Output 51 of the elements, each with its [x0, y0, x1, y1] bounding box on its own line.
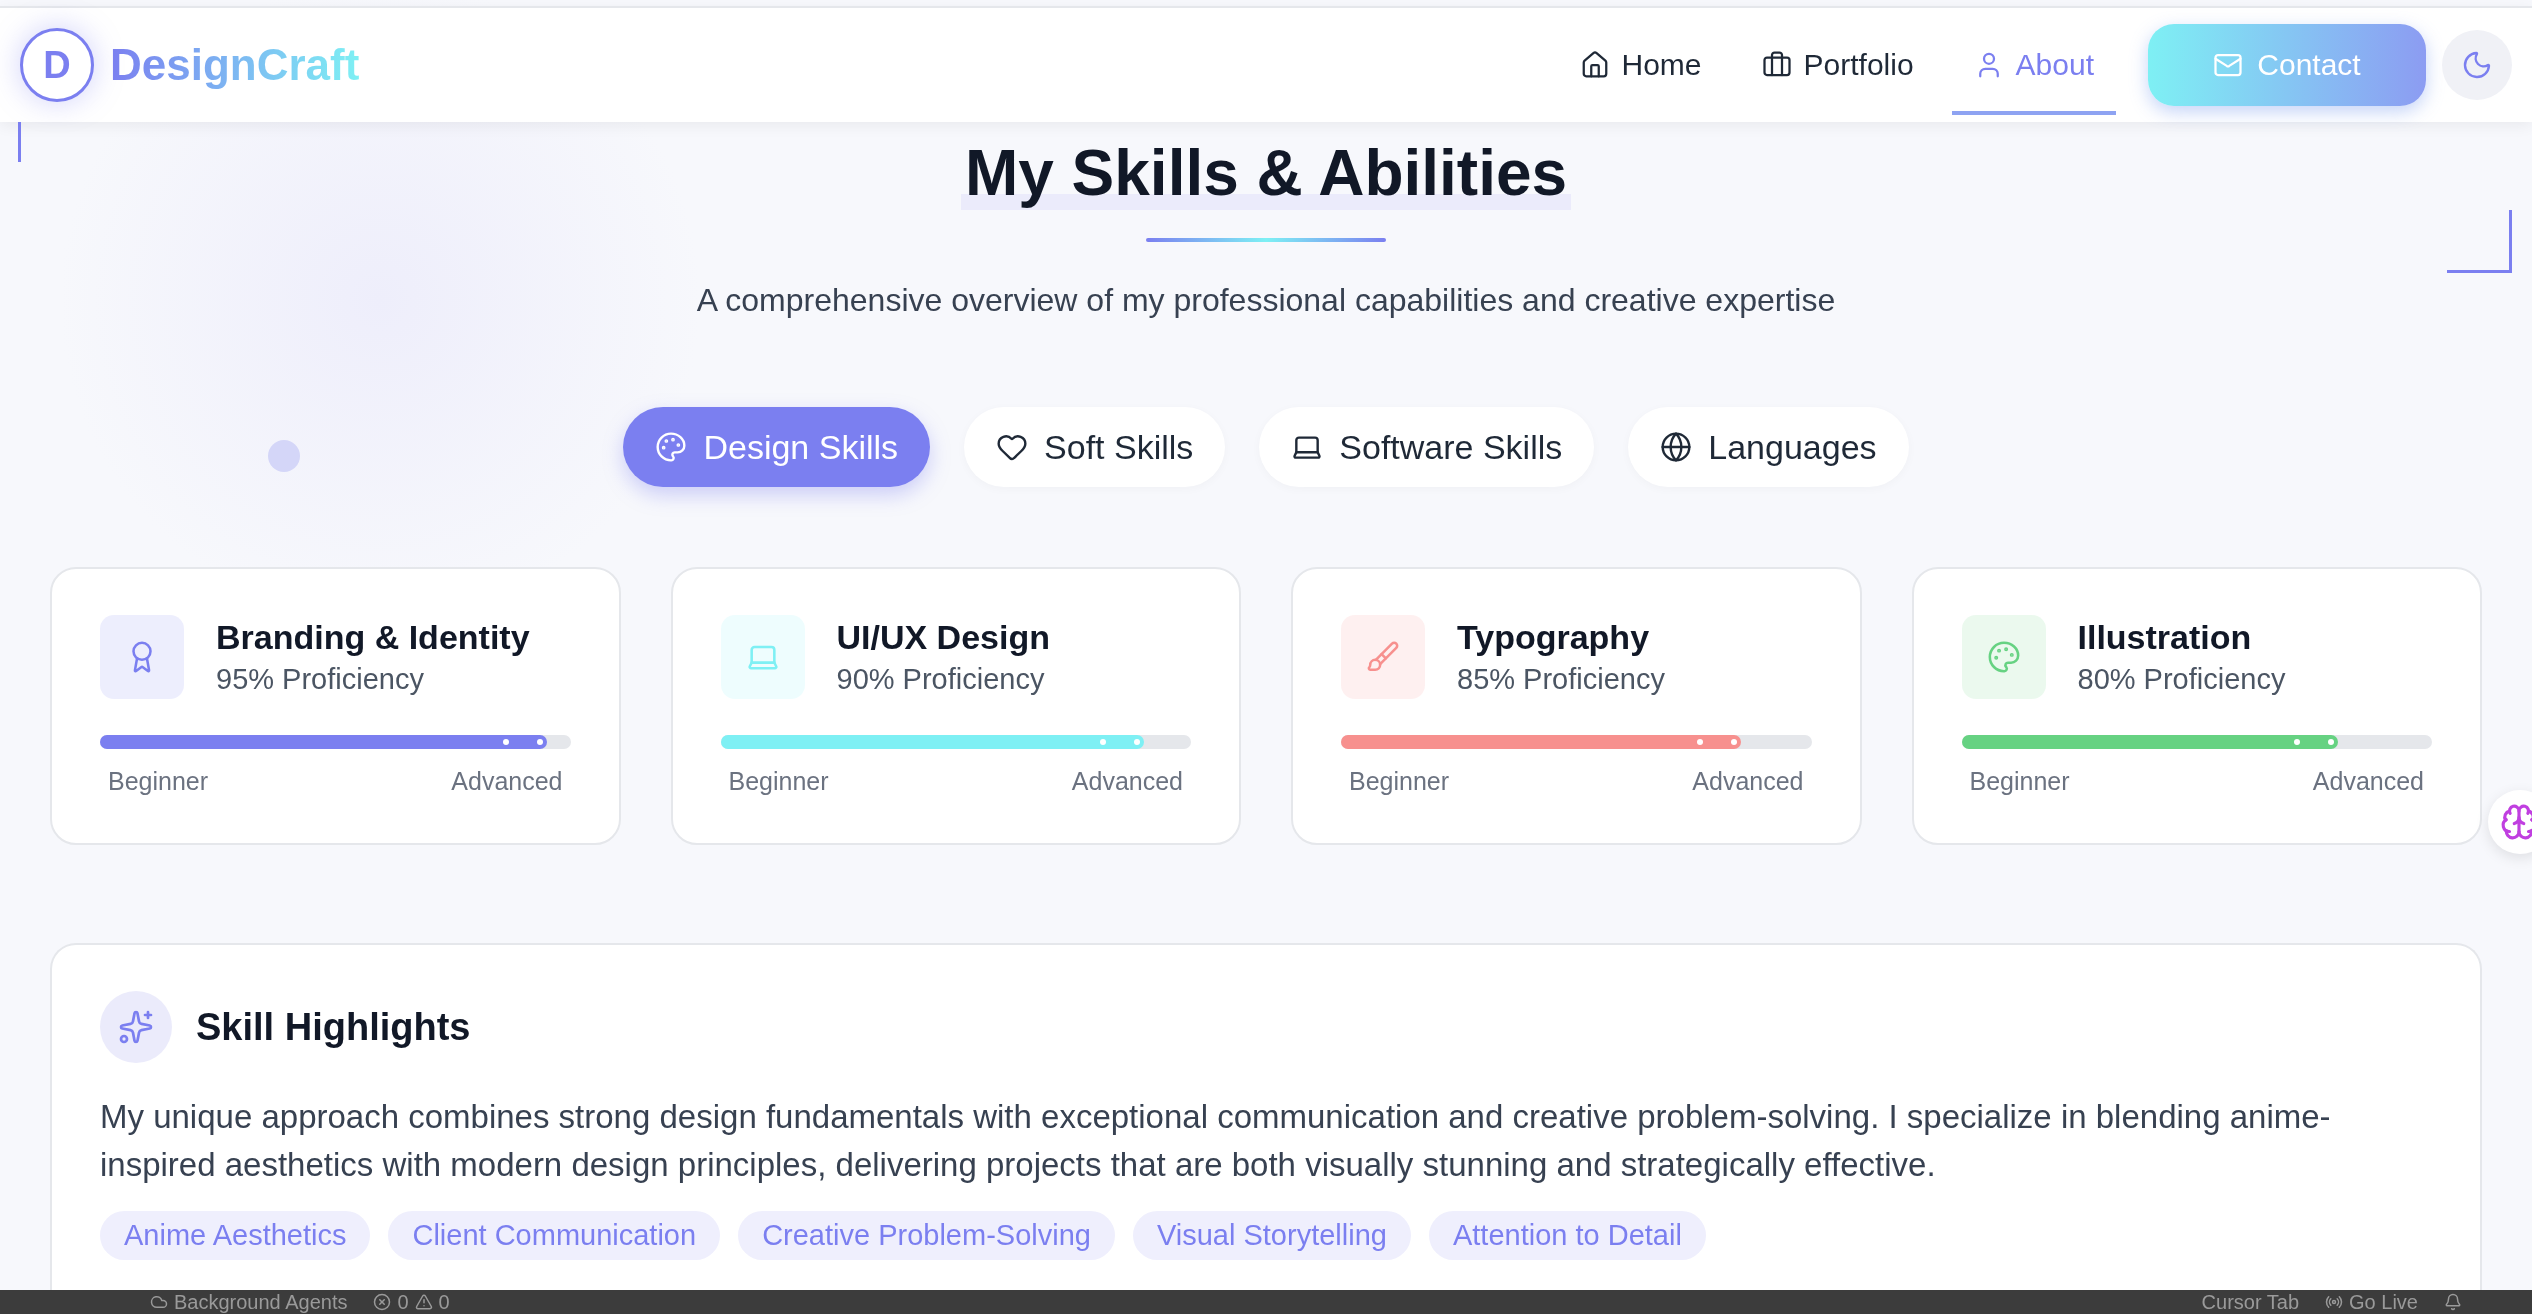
status-item[interactable]: Background Agents — [150, 1292, 348, 1312]
brush-icon — [1366, 640, 1400, 674]
brain-icon — [2500, 803, 2532, 841]
section-subtitle: A comprehensive overview of my professional capabilities and creative expertise — [696, 282, 1836, 319]
scale-max-label: Advanced — [2312, 767, 2424, 796]
proficiency-label: 95% Proficiency — [216, 663, 425, 696]
skill-tag: Attention to Detail — [1428, 1211, 1706, 1260]
skill-tag: Creative Problem-Solving — [738, 1211, 1115, 1260]
skill-name: Branding & Identity — [216, 618, 530, 657]
scale-max-label: Advanced — [1071, 767, 1183, 796]
skill-tag: Client Communication — [388, 1211, 721, 1260]
scale-max-label: Advanced — [1692, 767, 1804, 796]
moon-icon — [2461, 49, 2493, 81]
nav-link[interactable]: Home — [1557, 15, 1724, 115]
warning-icon — [414, 1293, 433, 1311]
accent-line — [18, 122, 21, 162]
highlights-text: My unique approach combines strong design fundamentals with exceptional communication and creative problem-solving. I specialize in blending anime-inspired aesthetics with modern design principles, delivering projects that are both visually stunning and strategically effective. — [100, 1097, 2332, 1185]
bell-icon[interactable] — [2444, 1293, 2462, 1311]
proficiency-label: 85% Proficiency — [1457, 663, 1665, 696]
category-tab[interactable]: Languages — [1628, 407, 1909, 487]
scale-min-label: Beginner — [108, 767, 209, 796]
palette-icon — [1986, 640, 2021, 674]
globe-icon — [1660, 431, 1693, 463]
corner-bracket — [2447, 210, 2512, 273]
skill-tag: Visual Storytelling — [1132, 1211, 1411, 1260]
scale-max-label: Advanced — [451, 767, 563, 796]
palette-icon — [655, 431, 688, 463]
skill-name: Illustration — [2077, 618, 2253, 657]
skill-name: Typography — [1457, 618, 1651, 657]
scale-min-label: Beginner — [1969, 767, 2070, 796]
skill-tag: Anime Aesthetics — [100, 1211, 371, 1260]
category-tab[interactable]: Design Skills — [623, 407, 931, 487]
logo-badge[interactable]: D — [20, 28, 94, 102]
proficiency-label: 90% Proficiency — [836, 663, 1046, 696]
scale-min-label: Beginner — [1349, 767, 1450, 796]
cloud-icon — [150, 1293, 168, 1311]
status-item[interactable]: 0 0 — [373, 1292, 450, 1312]
status-item[interactable]: Cursor Tab — [2201, 1292, 2300, 1312]
error-icon — [373, 1293, 392, 1311]
nav-link[interactable]: Portfolio — [1739, 15, 1936, 115]
proficiency-label: 80% Proficiency — [2077, 663, 2286, 696]
category-tab[interactable]: Soft Skills — [964, 407, 1226, 487]
skill-name: UI/UX Design — [836, 618, 1050, 657]
category-tab[interactable]: Software Skills — [1259, 407, 1595, 487]
nav-link[interactable]: About — [1951, 15, 2116, 115]
floating-dot — [268, 440, 300, 472]
broadcast-icon — [2325, 1293, 2344, 1311]
scale-min-label: Beginner — [728, 767, 829, 796]
highlights-title: Skill Highlights — [196, 1005, 471, 1049]
contact-button[interactable]: Contact — [2148, 24, 2426, 106]
status-item[interactable]: Go Live — [2325, 1292, 2418, 1312]
